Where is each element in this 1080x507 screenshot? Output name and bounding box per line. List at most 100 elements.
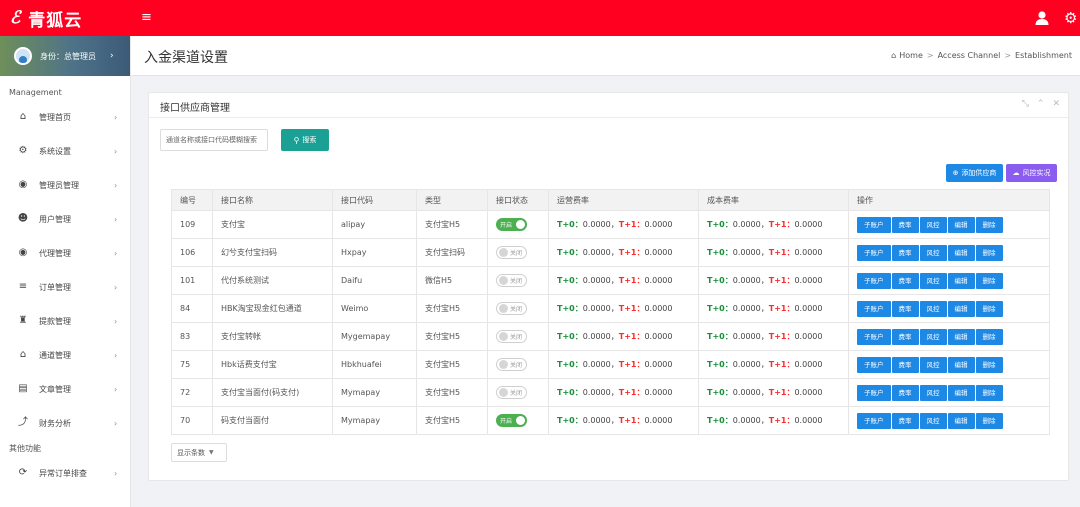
sidebar-item[interactable]: ◉ 代理管理 › [0,236,130,270]
sub-account-button[interactable]: 子账户 [857,356,891,373]
risk-control-button[interactable]: 风控 [919,384,947,401]
status-toggle[interactable]: 关闭 [496,386,527,399]
edit-button[interactable]: 编辑 [947,244,975,261]
cell-cost-rate: T+0：0.0000，T+1：0.0000 [698,266,849,295]
nav-icon: ⟳ [18,467,28,478]
risk-control-button[interactable]: 风控 [919,356,947,373]
cell-id: 70 [171,406,213,435]
profile-bar[interactable]: 身份：总管理员 › [0,36,130,76]
sidebar-item[interactable]: ⤴ 财务分析 › [0,406,130,440]
rate-button[interactable]: 费率 [891,384,919,401]
cell-cost-rate: T+0：0.0000，T+1：0.0000 [698,350,849,379]
menu-toggle-icon[interactable]: ≡ [141,11,155,25]
status-toggle[interactable]: 关闭 [496,246,527,259]
cell-cost-rate: T+0：0.0000，T+1：0.0000 [698,294,849,323]
sidebar-item[interactable]: ♜ 提款管理 › [0,304,130,338]
risk-status-button[interactable]: ☁ 风控实况 [1006,164,1057,182]
rate-button[interactable]: 费率 [891,244,919,261]
risk-control-button[interactable]: 风控 [919,300,947,317]
expand-icon[interactable]: ⤡ [1022,99,1029,109]
nav-icon: ♜ [18,315,28,326]
sidebar-item-label: 异常订单排查 [39,468,87,478]
rate-button[interactable]: 费率 [891,300,919,317]
risk-control-button[interactable]: 风控 [919,216,947,233]
search-button[interactable]: ⚲ 搜索 [281,129,329,151]
cell-type: 微信H5 [416,266,488,295]
edit-button[interactable]: 编辑 [947,356,975,373]
sub-account-button[interactable]: 子账户 [857,244,891,261]
rate-t1-label: T+1： [618,360,645,369]
search-input[interactable] [160,129,268,151]
rate-button[interactable]: 费率 [891,412,919,429]
sidebar-item[interactable]: ⌂ 管理首页 › [0,100,130,134]
edit-button[interactable]: 编辑 [947,384,975,401]
delete-button[interactable]: 删除 [975,412,1003,429]
collapse-icon[interactable]: ⌃ [1037,99,1045,109]
rate-button[interactable]: 费率 [891,272,919,289]
sidebar-item-label: 代理管理 [39,248,71,258]
status-toggle[interactable]: 关闭 [496,358,527,371]
sidebar-item-label: 通道管理 [39,350,71,360]
cell-status: 开启 [487,406,549,435]
cell-id: 72 [171,378,213,407]
sidebar-item[interactable]: ◉ 管理员管理 › [0,168,130,202]
delete-button[interactable]: 删除 [975,272,1003,289]
risk-control-button[interactable]: 风控 [919,272,947,289]
delete-button[interactable]: 删除 [975,328,1003,345]
sidebar-item[interactable]: ⚙ 系统设置 › [0,134,130,168]
brand-name: 青狐云 [28,10,83,31]
sub-account-button[interactable]: 子账户 [857,272,891,289]
sub-account-button[interactable]: 子账户 [857,216,891,233]
risk-control-button[interactable]: 风控 [919,328,947,345]
edit-button[interactable]: 编辑 [947,328,975,345]
edit-button[interactable]: 编辑 [947,300,975,317]
sidebar-item[interactable]: ⌂ 通道管理 › [0,338,130,372]
sub-account-button[interactable]: 子账户 [857,328,891,345]
rate-button[interactable]: 费率 [891,328,919,345]
close-icon[interactable]: ✕ [1052,99,1060,109]
action-buttons: 子账户 费率 风控 编辑 删除 [857,216,1049,233]
cell-status: 关闭 [487,322,549,351]
add-provider-button[interactable]: ⊕ 添加供应商 [946,164,1003,182]
status-toggle[interactable]: 关闭 [496,274,527,287]
sub-account-button[interactable]: 子账户 [857,300,891,317]
status-toggle[interactable]: 关闭 [496,330,527,343]
delete-button[interactable]: 删除 [975,244,1003,261]
status-toggle[interactable]: 开启 [496,218,527,231]
rate-t0-value: 0.0000， [582,248,619,257]
user-icon[interactable] [1034,10,1050,26]
breadcrumb-access-channel[interactable]: Access Channel [938,51,1001,60]
cell-cost-rate: T+0：0.0000，T+1：0.0000 [698,322,849,351]
delete-button[interactable]: 删除 [975,216,1003,233]
delete-button[interactable]: 删除 [975,300,1003,317]
rate-t1-label: T+1： [618,416,645,425]
breadcrumb-home[interactable]: Home [899,51,923,60]
sidebar-item[interactable]: ⟳ 异常订单排查 › [0,456,130,490]
delete-button[interactable]: 删除 [975,356,1003,373]
rate-button[interactable]: 费率 [891,356,919,373]
rate-t1-value: 0.0000 [644,304,673,313]
sidebar-item[interactable]: ☻ 用户管理 › [0,202,130,236]
sub-account-button[interactable]: 子账户 [857,412,891,429]
sidebar-item[interactable]: ≡ 订单管理 › [0,270,130,304]
gear-icon[interactable]: ⚙ [1064,10,1080,26]
delete-button[interactable]: 删除 [975,384,1003,401]
rate-t0-value: 0.0000， [732,276,769,285]
status-toggle[interactable]: 开启 [496,414,527,427]
status-toggle[interactable]: 关闭 [496,302,527,315]
rate-t0-value: 0.0000， [732,388,769,397]
risk-control-button[interactable]: 风控 [919,244,947,261]
page-size-select[interactable]: 显示条数 ▼ [171,443,227,462]
sidebar-item[interactable]: ▤ 文章管理 › [0,372,130,406]
logo[interactable]: ℰ 青狐云 [0,0,130,36]
cell-actions: 子账户 费率 风控 编辑 删除 [848,378,1050,407]
rate-t0-value: 0.0000， [582,332,619,341]
sub-account-button[interactable]: 子账户 [857,384,891,401]
risk-control-button[interactable]: 风控 [919,412,947,429]
chevron-right-icon: › [114,112,118,122]
action-buttons: 子账户 费率 风控 编辑 删除 [857,356,1049,373]
edit-button[interactable]: 编辑 [947,216,975,233]
rate-button[interactable]: 费率 [891,216,919,233]
edit-button[interactable]: 编辑 [947,272,975,289]
edit-button[interactable]: 编辑 [947,412,975,429]
